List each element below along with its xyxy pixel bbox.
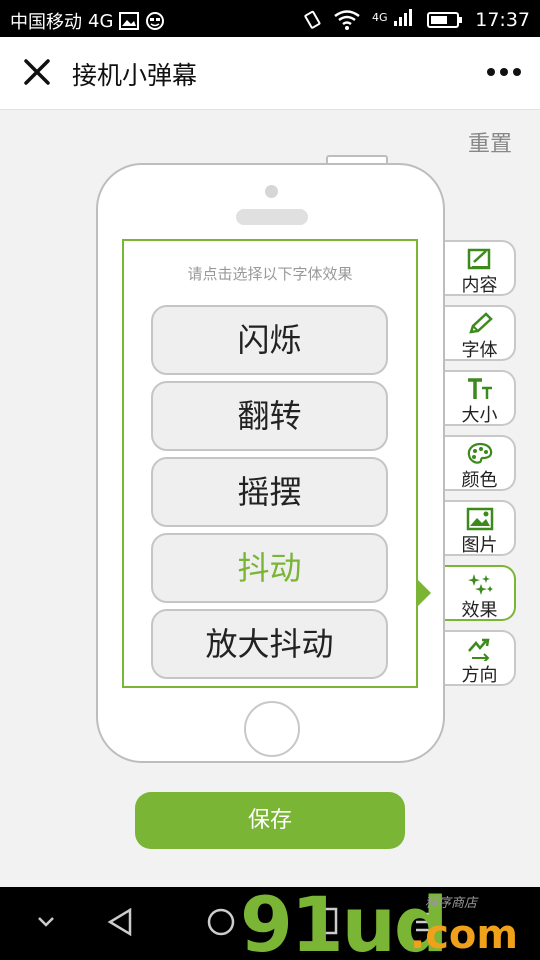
effect-option-blink[interactable]: 闪烁 [151,305,388,375]
watermark-tagline: 程序商店 [425,896,478,911]
more-options-icon[interactable] [486,64,522,80]
network-type: 4G [88,10,114,32]
effect-option-shake[interactable]: 抖动 [151,533,388,603]
chevron-down-icon[interactable] [36,915,56,929]
tab-label: 颜色 [461,470,498,491]
tab-label: 图片 [461,535,498,556]
tab-content[interactable]: 内容 [445,240,516,296]
effect-selector-panel: 请点击选择以下字体效果 闪烁 翻转 摇摆 抖动 放大抖动 [122,239,418,688]
tab-label: 字体 [461,340,498,361]
tab-label: 大小 [461,405,498,426]
tab-label: 内容 [461,275,498,296]
tab-direction[interactable]: 方向 [445,630,516,686]
tab-image[interactable]: 图片 [445,500,516,556]
effect-option-swing[interactable]: 摇摆 [151,457,388,527]
tab-effect[interactable]: 效果 [445,565,516,621]
carrier-name: 中国移动 [10,12,82,33]
reset-button[interactable]: 重置 [468,126,512,158]
sparkle-icon [468,574,493,595]
clock: 17:37 [475,8,530,31]
effect-option-flip[interactable]: 翻转 [151,381,388,451]
tab-size[interactable]: 大小 [445,370,516,426]
palette-icon [467,442,493,464]
phone-home-button[interactable] [244,701,300,757]
tab-label: 方向 [461,665,498,686]
phone-speaker [236,209,308,225]
signal-network-label: 4G [371,11,388,24]
direction-icon [468,638,490,661]
status-bar: 中国移动 4G 4G 17:37 [0,0,540,37]
battery-icon [427,11,463,28]
image-notification-icon [119,12,140,30]
emoji-notification-icon [146,12,165,30]
app-header: 接机小弹幕 [0,37,540,110]
active-tab-indicator [418,580,431,606]
effect-option-zoom-shake[interactable]: 放大抖动 [151,609,388,679]
save-button[interactable]: 保存 [135,792,405,849]
home-icon[interactable] [206,907,236,937]
tab-color[interactable]: 颜色 [445,435,516,491]
wifi-icon [334,9,360,30]
signal-icon [394,9,413,26]
effect-hint: 请点击选择以下字体效果 [187,265,353,283]
close-icon[interactable] [20,55,54,89]
watermark-suffix: .com [410,912,519,958]
watermark-logo: 91ud .com 程序商店 [240,880,540,960]
image-icon [466,507,494,531]
page-title: 接机小弹幕 [72,61,198,90]
text-size-icon [468,378,492,399]
pencil-icon [469,312,493,334]
editor-area: 重置 请点击选择以下字体效果 闪烁 翻转 摇摆 抖动 放大抖动 内容 字体 大小… [0,110,540,887]
back-icon[interactable] [106,907,134,937]
vibrate-icon [304,10,321,29]
tab-label: 效果 [461,600,498,621]
phone-camera [265,185,278,198]
tab-font[interactable]: 字体 [445,305,516,361]
edit-icon [467,248,491,270]
